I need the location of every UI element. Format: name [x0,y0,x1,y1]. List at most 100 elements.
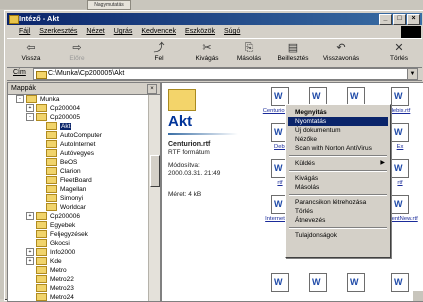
folder-icon [36,230,47,239]
tree-item[interactable]: + Cp200006 [26,212,80,221]
address-field[interactable]: C:\Munka\Cp200005\Akt ▼ [33,68,418,80]
toolbar-button[interactable]: ✂ Kivágás [185,41,229,65]
menu-item[interactable]: Kedvencek [141,26,176,37]
up-folder-icon: ⤴ [153,42,165,54]
toolbar-button[interactable]: ▤ Beillesztés [271,41,315,65]
tree-item-label: AutoInternet [60,141,96,148]
menu-item[interactable]: Fájl [19,26,30,37]
context-menu-item[interactable]: Nézőke [288,135,388,144]
tree-item[interactable]: AutoComputer [36,131,102,140]
tree-item[interactable]: BeOS [36,158,77,167]
expand-toggle-icon[interactable]: + [26,212,34,221]
minimize-button[interactable]: _ [379,14,392,25]
tree-item-label: Magellan [60,186,87,193]
toolbar-button[interactable]: ⇦ Vissza [9,41,53,65]
undo-icon: ↶ [336,42,346,54]
folder-icon [36,293,47,301]
explorer-window: Intéző - Akt _ □ × Fájl Szerkesztés Nézet U… [4,10,423,302]
context-menu-item[interactable]: Kivágás [288,174,388,183]
submenu-arrow-icon: ▶ [380,160,385,166]
toolbar-button[interactable]: ✕ Törlés [377,41,421,65]
tree-item[interactable]: Clarion [36,167,81,176]
tree-item[interactable]: AutoInternet [36,140,95,149]
menu-item[interactable]: Ugrás [114,26,133,37]
tree-item[interactable]: Metro24 [26,293,74,301]
context-menu-item[interactable]: Tulajdonságok [288,231,388,240]
tree-item[interactable]: + Info2000 [26,248,75,257]
file-item[interactable] [298,273,338,294]
expand-toggle-icon[interactable]: + [26,248,34,257]
tree-item[interactable]: Metro [26,266,67,275]
tree-item[interactable]: Egyebek [26,221,75,230]
expand-toggle-icon[interactable]: - [16,95,24,104]
folder-icon [36,212,47,221]
folder-icon [26,95,37,104]
context-menu-item[interactable]: Új dokumentum [288,126,388,135]
tree-item[interactable]: Worldcar [36,203,86,212]
scroll-thumb[interactable] [150,155,160,187]
tree-item-label: Clarion [60,168,81,175]
copy-icon: ⎘ [244,42,254,54]
expand-toggle-icon[interactable]: + [26,104,34,113]
tree-item-label: Simonyi [60,195,84,202]
close-icon[interactable]: × [147,84,157,94]
folder-icon [36,221,47,230]
folder-tree-scrollbar[interactable] [148,95,160,301]
tree-item[interactable]: Metro22 [26,275,74,284]
folder-icon [46,158,57,167]
resize-grip[interactable] [413,291,423,301]
folder-icon [46,203,57,212]
context-menu-item[interactable]: Scan with Norton AntiVirus [288,144,388,153]
expand-toggle-icon[interactable]: - [26,113,34,122]
tree-item[interactable]: Gkocsi [26,239,70,248]
folder-icon [36,257,47,266]
desktop-tab[interactable]: Nagymutatás [87,0,131,10]
title-bar[interactable]: Intéző - Akt _ □ × [7,13,422,25]
tree-item[interactable]: - Munka [16,95,60,104]
context-menu-item[interactable]: Parancsikon létrehozása [288,198,388,207]
menu-item[interactable]: Eszközök [185,26,215,37]
tree-item-label: Munka [40,96,60,103]
address-label: Cím [13,69,26,76]
close-button[interactable]: × [407,14,420,25]
file-item[interactable] [260,273,300,294]
context-menu-item[interactable]: Küldés ▶ [288,159,388,168]
context-menu-item[interactable]: Másolás [288,183,388,192]
tree-item[interactable]: + Cp200004 [26,104,80,113]
menu-item[interactable]: Nézet [86,26,104,37]
context-menu-item[interactable]: Nyomtatás [288,117,388,126]
toolbar-button[interactable]: ↶ Visszavonás [319,41,363,65]
tree-item[interactable]: Metro23 [26,284,74,293]
context-menu-item[interactable]: Törlés [288,207,388,216]
tree-item[interactable]: Feljegyzések [26,230,88,239]
back-arrow-icon: ⇦ [26,42,36,54]
context-menu-item[interactable]: Megnyitás [288,108,388,117]
tree-item-label: Metro23 [50,285,74,292]
tree-item[interactable]: - Cp200005 [26,113,80,122]
window-title: Intéző - Akt [19,14,60,23]
file-item[interactable] [336,273,376,294]
tree-item[interactable]: + Kde [26,257,62,266]
toolbar-button[interactable]: ⤴ Fel [137,41,181,65]
menu-item[interactable]: Súgó [224,26,240,37]
expand-toggle-icon[interactable]: + [26,257,34,266]
folder-icon [36,275,47,284]
menu-item[interactable]: Szerkesztés [39,26,77,37]
tree-item[interactable]: Akt [36,122,72,131]
document-icon [391,87,409,106]
context-menu: Megnyitás Nyomtatás Új dokumentum Nézőke Sca… [285,104,391,258]
maximize-button[interactable]: □ [393,14,406,25]
toolbar-button[interactable]: ⇨ Előre [55,41,99,65]
toolbar-button-label: Fel [154,55,164,62]
selected-file-name: Centurion.rtf [168,141,211,148]
tree-item[interactable]: Magellan [36,185,86,194]
tree-item[interactable]: FleetBoard [36,176,92,185]
chevron-down-icon[interactable]: ▼ [407,69,417,79]
folder-tree: - Munka + Cp200004 - Cp200005 Akt AutoComputer A… [8,95,148,301]
address-value: C:\Munka\Cp200005\Akt [48,70,125,77]
tree-item[interactable]: Simonyi [36,194,83,203]
context-menu-item[interactable]: Átnevezés [288,216,388,225]
toolbar-button-label: Visszavonás [322,55,360,62]
tree-item[interactable]: Autóvegyes [36,149,94,158]
toolbar-button[interactable]: ⎘ Másolás [227,41,271,65]
